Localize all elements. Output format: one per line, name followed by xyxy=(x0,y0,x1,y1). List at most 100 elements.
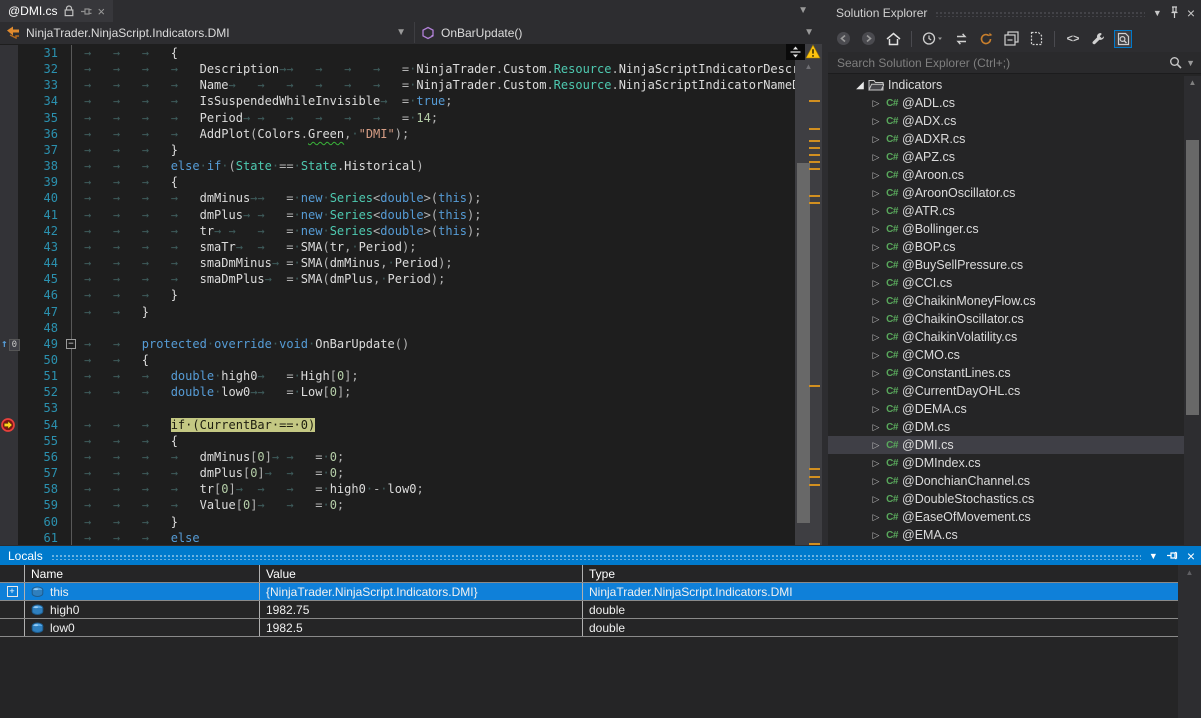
collapse-all-button[interactable] xyxy=(1002,30,1020,48)
method-dropdown[interactable]: OnBarUpdate() ▼ xyxy=(415,22,822,43)
code-line-53[interactable]: 53 xyxy=(0,400,795,416)
code-line-36[interactable]: 36→ → → → AddPlot(Colors.Green,·"DMI"); xyxy=(0,126,795,142)
glyph-margin[interactable] xyxy=(0,384,18,400)
code-line-38[interactable]: 38→ → → else·if·(State·==·State.Historic… xyxy=(0,158,795,174)
scrollbar-up-arrow[interactable]: ▲ xyxy=(1184,78,1201,87)
refresh-button[interactable] xyxy=(977,30,995,48)
window-position-dropdown-icon[interactable]: ▼ xyxy=(1149,551,1158,561)
scrollbar-up-arrow[interactable]: ▲ xyxy=(795,62,822,71)
properties-button[interactable] xyxy=(1089,30,1107,48)
glyph-margin[interactable] xyxy=(0,368,18,384)
search-options-dropdown-icon[interactable]: ▼ xyxy=(1186,58,1195,68)
collapsed-arrow-icon[interactable]: ▷ xyxy=(870,278,882,289)
cell-value[interactable]: 1982.5 xyxy=(260,619,583,636)
collapsed-arrow-icon[interactable]: ▷ xyxy=(870,242,882,253)
tree-item-aroonoscillatorcs[interactable]: ▷C#@AroonOscillator.cs xyxy=(828,184,1184,202)
tree-item-constantlinescs[interactable]: ▷C#@ConstantLines.cs xyxy=(828,364,1184,382)
code-line-59[interactable]: 59→ → → → Value[0]→ → =·0; xyxy=(0,497,795,513)
class-dropdown[interactable]: NinjaTrader.NinjaScript.Indicators.DMI ▼ xyxy=(0,22,415,43)
code-line-37[interactable]: 37→ → → } xyxy=(0,142,795,158)
code-line-55[interactable]: 55→ → → { xyxy=(0,433,795,449)
tree-item-demacs[interactable]: ▷C#@DEMA.cs xyxy=(828,400,1184,418)
tree-item-emacs[interactable]: ▷C#@EMA.cs xyxy=(828,526,1184,544)
editor-scrollbar[interactable]: ▲ xyxy=(795,44,822,545)
tree-item-adxcs[interactable]: ▷C#@ADX.cs xyxy=(828,112,1184,130)
solution-explorer-scrollbar[interactable]: ▲ xyxy=(1184,76,1201,545)
collapsed-arrow-icon[interactable]: ▷ xyxy=(870,224,882,235)
collapse-region-button[interactable]: − xyxy=(66,339,76,349)
glyph-margin[interactable] xyxy=(0,352,18,368)
code-line-41[interactable]: 41→ → → → dmPlus→ → =·new·Series<double>… xyxy=(0,207,795,223)
glyph-margin[interactable] xyxy=(0,287,18,303)
tree-item-indicators-folder[interactable]: ◢Indicators xyxy=(828,76,1184,94)
collapsed-arrow-icon[interactable]: ▷ xyxy=(870,116,882,127)
glyph-margin[interactable] xyxy=(0,497,18,513)
pending-changes-filter-button[interactable] xyxy=(921,30,945,48)
glyph-margin[interactable] xyxy=(0,110,18,126)
close-icon[interactable]: × xyxy=(98,4,106,19)
code-line-44[interactable]: 44→ → → → smaDmMinus→ =·SMA(dmMinus,·Per… xyxy=(0,255,795,271)
scrollbar-up-arrow[interactable]: ▲ xyxy=(1178,568,1201,577)
code-line-31[interactable]: 31→ → → { xyxy=(0,45,795,61)
code-line-42[interactable]: 42→ → → → tr→ → → =·new·Series<double>(t… xyxy=(0,223,795,239)
search-icon[interactable] xyxy=(1169,56,1182,69)
collapsed-arrow-icon[interactable]: ▷ xyxy=(870,188,882,199)
collapsed-arrow-icon[interactable]: ▷ xyxy=(870,260,882,271)
collapsed-arrow-icon[interactable]: ▷ xyxy=(870,170,882,181)
close-icon[interactable]: × xyxy=(1187,5,1195,21)
preview-selected-items-button[interactable] xyxy=(1114,30,1132,48)
glyph-margin[interactable] xyxy=(0,417,18,433)
code-line-61[interactable]: 61→ → → else xyxy=(0,530,795,545)
collapsed-arrow-icon[interactable]: ▷ xyxy=(870,404,882,415)
code-line-35[interactable]: 35→ → → → Period→ → → → → → =·14; xyxy=(0,110,795,126)
tree-item-bopcs[interactable]: ▷C#@BOP.cs xyxy=(828,238,1184,256)
code-line-56[interactable]: 56→ → → → dmMinus[0]→ → =·0; xyxy=(0,449,795,465)
collapsed-arrow-icon[interactable]: ▷ xyxy=(870,440,882,451)
glyph-margin[interactable] xyxy=(0,207,18,223)
collapsed-arrow-icon[interactable]: ▷ xyxy=(870,476,882,487)
tree-item-donchianchannelcs[interactable]: ▷C#@DonchianChannel.cs xyxy=(828,472,1184,490)
collapsed-arrow-icon[interactable]: ▷ xyxy=(870,332,882,343)
collapsed-arrow-icon[interactable]: ▷ xyxy=(870,512,882,523)
tree-item-chaikinoscillatorcs[interactable]: ▷C#@ChaikinOscillator.cs xyxy=(828,310,1184,328)
editor-splitter-grip[interactable] xyxy=(786,44,805,60)
glyph-margin[interactable]: ↑0 xyxy=(0,336,18,352)
document-well-dropdown-icon[interactable]: ▼ xyxy=(798,5,808,16)
code-editor[interactable]: 31→ → → {32→ → → → Description→→ → → → =… xyxy=(0,44,822,545)
tree-item-arooncs[interactable]: ▷C#@Aroon.cs xyxy=(828,166,1184,184)
pin-icon[interactable] xyxy=(1166,550,1179,561)
collapsed-arrow-icon[interactable]: ▷ xyxy=(870,422,882,433)
code-line-45[interactable]: 45→ → → → smaDmPlus→ =·SMA(dmPlus,·Perio… xyxy=(0,271,795,287)
home-button[interactable] xyxy=(884,30,902,48)
tree-item-adlcs[interactable]: ▷C#@ADL.cs xyxy=(828,94,1184,112)
code-line-57[interactable]: 57→ → → → dmPlus[0]→ → =·0; xyxy=(0,465,795,481)
locals-row-high0[interactable]: high01982.75double xyxy=(0,601,1178,619)
code-line-47[interactable]: 47→ → } xyxy=(0,304,795,320)
code-line-52[interactable]: 52→ → → double·low0→→ =·Low[0]; xyxy=(0,384,795,400)
glyph-margin[interactable] xyxy=(0,77,18,93)
breakpoint-current-statement-icon[interactable] xyxy=(1,418,15,432)
code-line-50[interactable]: 50→ → { xyxy=(0,352,795,368)
glyph-margin[interactable] xyxy=(0,481,18,497)
pin-icon[interactable] xyxy=(1170,6,1179,19)
code-line-39[interactable]: 39→ → → { xyxy=(0,174,795,190)
document-tab-dmi[interactable]: @DMI.cs × xyxy=(0,0,113,22)
glyph-margin[interactable] xyxy=(0,304,18,320)
expand-button[interactable]: + xyxy=(7,586,18,597)
collapsed-arrow-icon[interactable]: ▷ xyxy=(870,386,882,397)
code-line-49[interactable]: ↑049−→ → protected·override·void·OnBarUp… xyxy=(0,336,795,352)
scrollbar-thumb[interactable] xyxy=(1186,140,1199,415)
tree-item-buysellpressurecs[interactable]: ▷C#@BuySellPressure.cs xyxy=(828,256,1184,274)
code-line-34[interactable]: 34→ → → → IsSuspendedWhileInvisible→ =·t… xyxy=(0,93,795,109)
sync-with-active-document-button[interactable] xyxy=(952,30,970,48)
collapsed-arrow-icon[interactable]: ▷ xyxy=(870,98,882,109)
code-line-43[interactable]: 43→ → → → smaTr→ → =·SMA(tr,·Period); xyxy=(0,239,795,255)
collapsed-arrow-icon[interactable]: ▷ xyxy=(870,134,882,145)
collapsed-arrow-icon[interactable]: ▷ xyxy=(870,314,882,325)
solution-explorer-search[interactable]: Search Solution Explorer (Ctrl+;) ▼ xyxy=(828,52,1201,74)
collapsed-arrow-icon[interactable]: ▷ xyxy=(870,530,882,541)
code-line-40[interactable]: 40→ → → → dmMinus→→ =·new·Series<double>… xyxy=(0,190,795,206)
tree-item-cmocs[interactable]: ▷C#@CMO.cs xyxy=(828,346,1184,364)
glyph-margin[interactable] xyxy=(0,514,18,530)
glyph-margin[interactable] xyxy=(0,190,18,206)
